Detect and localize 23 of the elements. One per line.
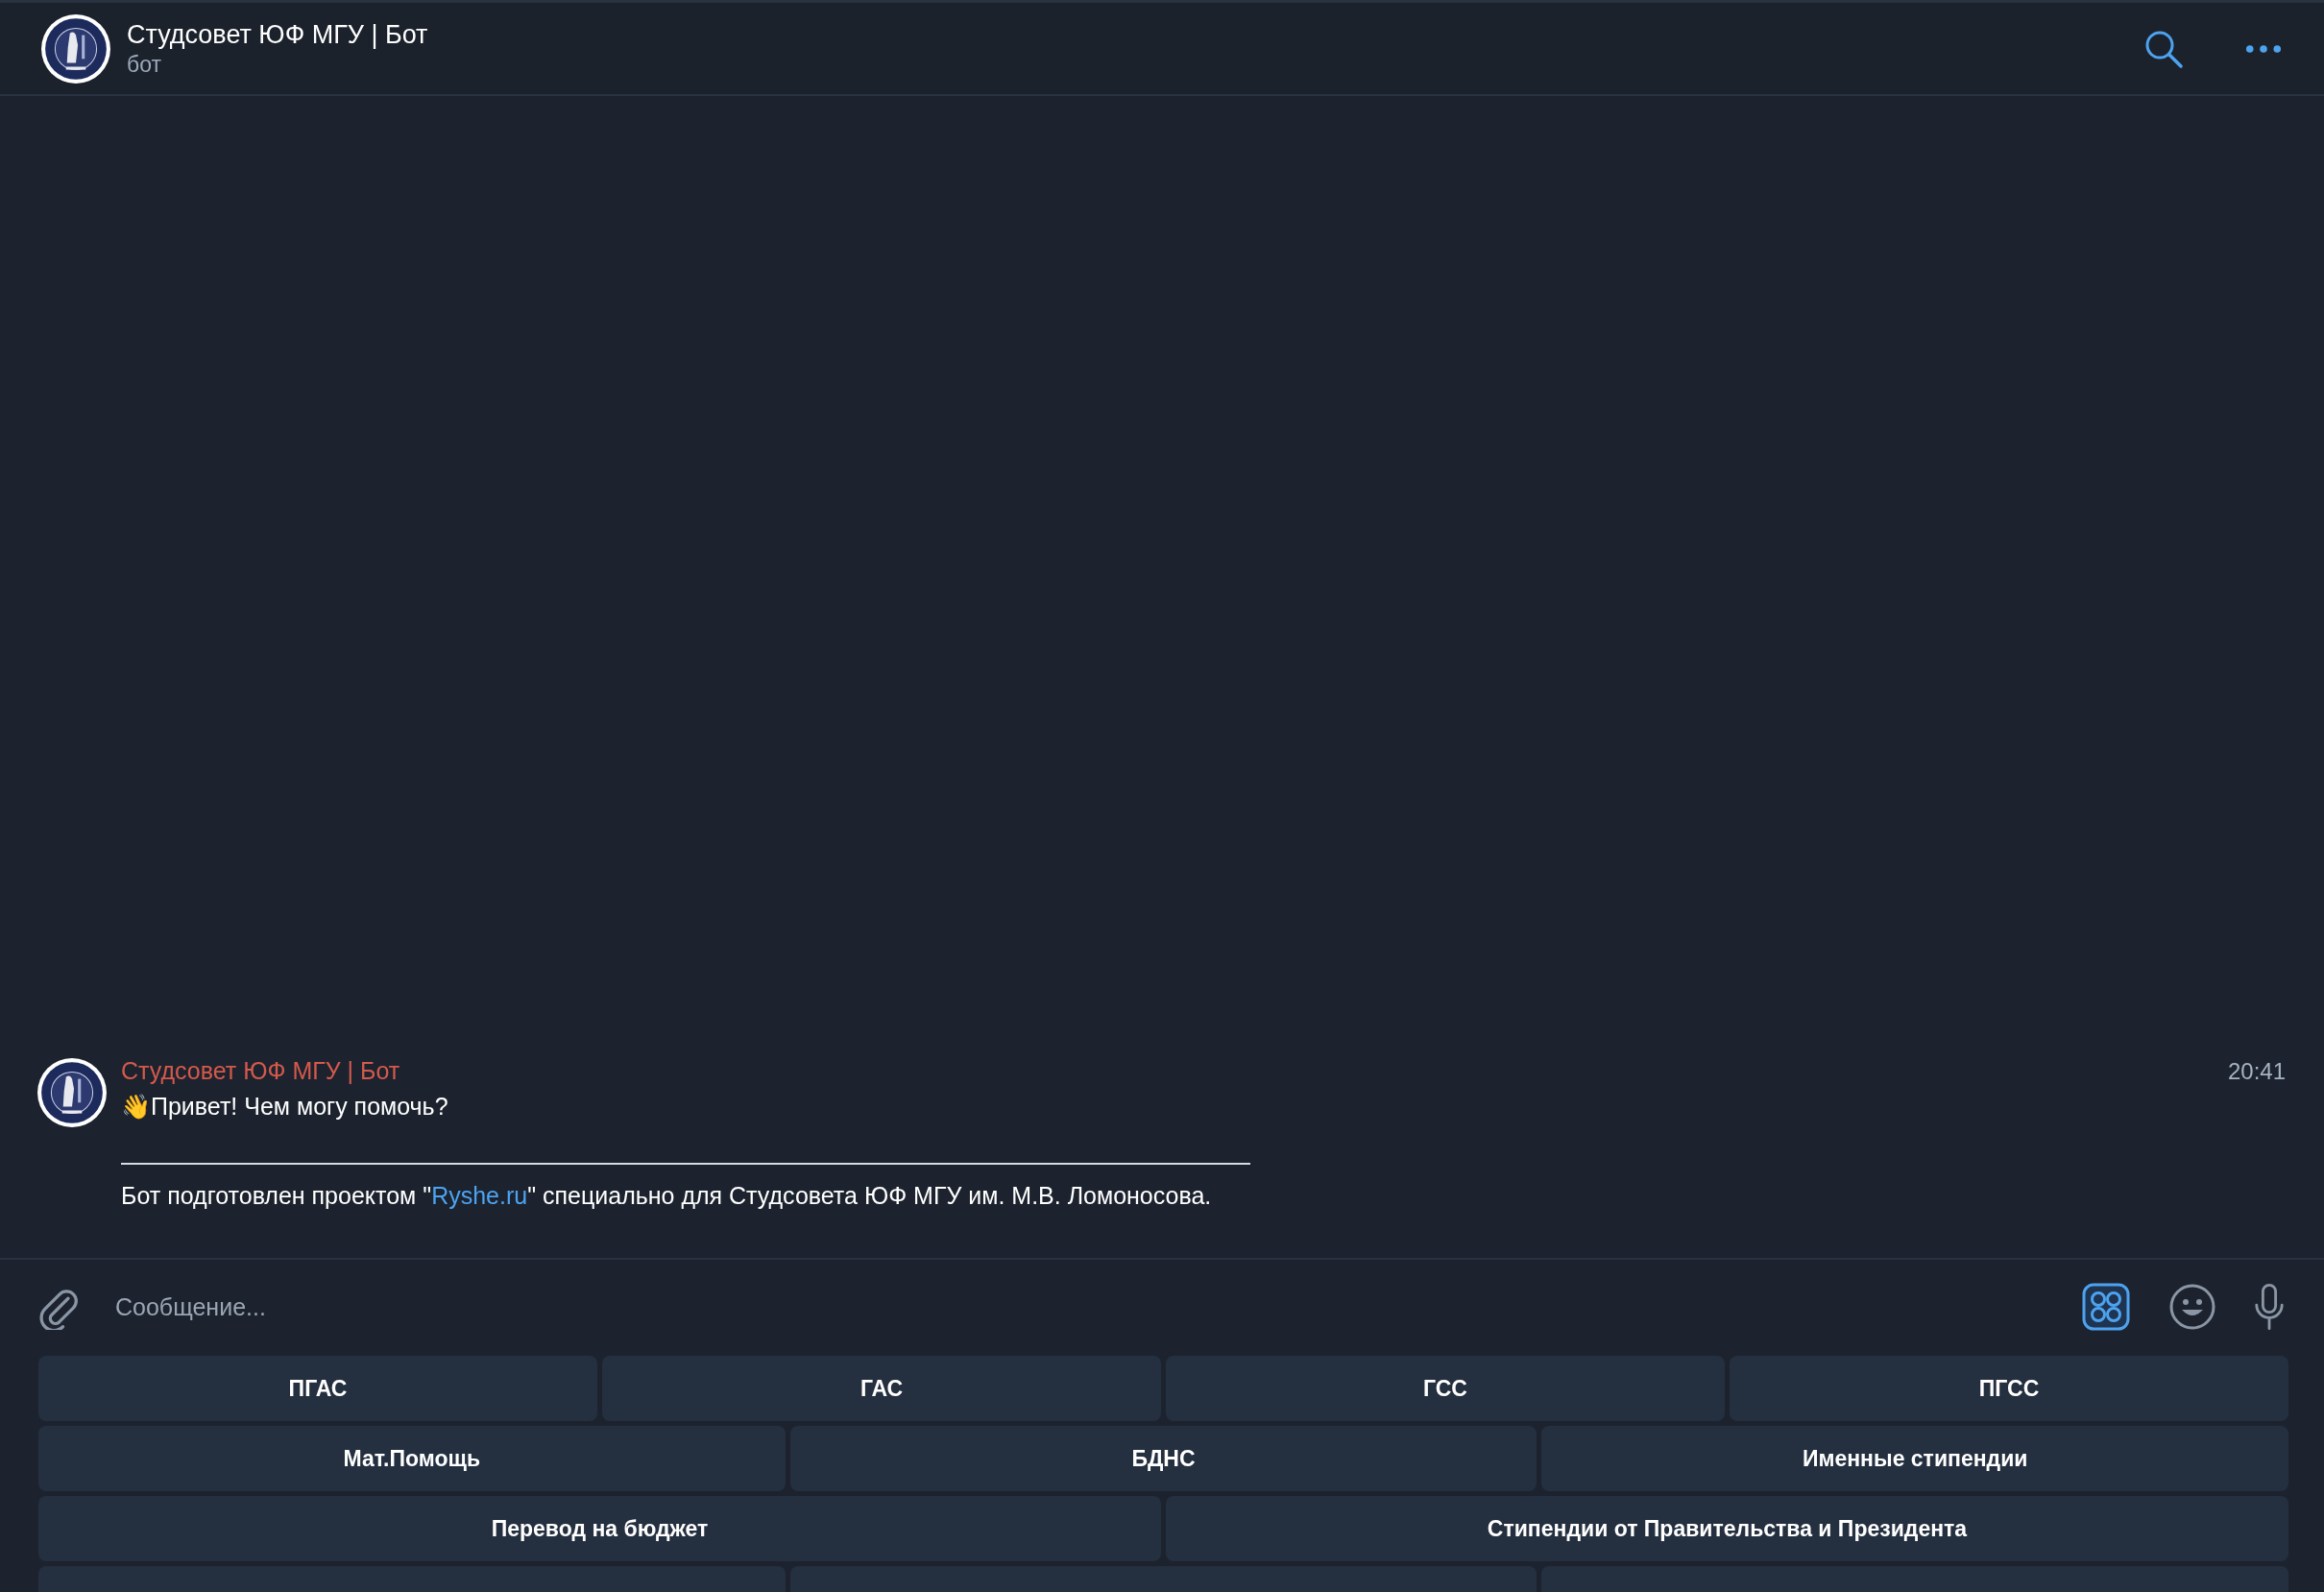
keyboard-button[interactable]: Перевод на бюджет bbox=[38, 1496, 1161, 1561]
chat-subtitle: бот bbox=[127, 51, 162, 78]
keyboard-button[interactable]: Стипендии от Правительства и Президента bbox=[1166, 1496, 2288, 1561]
microphone-icon[interactable] bbox=[2253, 1283, 2286, 1331]
keyboard-button[interactable]: ГСС bbox=[1166, 1356, 1725, 1421]
sender-name: Студсовет ЮФ МГУ | Бот bbox=[121, 1057, 400, 1085]
emblem-avatar-icon bbox=[36, 1057, 108, 1128]
keyboard-button[interactable]: ГАС bbox=[602, 1356, 1161, 1421]
keyboard-button[interactable]: БДНС bbox=[789, 1426, 1537, 1491]
keyboard-grid-icon[interactable] bbox=[2082, 1283, 2130, 1331]
emoji-icon[interactable] bbox=[2168, 1283, 2216, 1331]
keyboard-button[interactable]: ПГСС bbox=[1730, 1356, 2288, 1421]
keyboard-button[interactable]: Именные стипендии bbox=[1541, 1426, 2288, 1491]
chat-title: Студсовет ЮФ МГУ | Бот bbox=[127, 19, 428, 50]
message-time: 20:41 bbox=[2227, 1058, 2286, 1085]
site-link[interactable]: Ryshe.ru bbox=[431, 1182, 528, 1209]
message-text: 👋Привет! Чем могу помочь? bbox=[121, 1093, 449, 1121]
message-footer: Бот подготовлен проектом "Ryshe.ru" специально для Студсовета ЮФ МГУ им. М.В. Ломоносова. bbox=[121, 1182, 2286, 1210]
emblem-avatar-icon bbox=[40, 12, 111, 84]
more-icon[interactable] bbox=[2245, 43, 2282, 54]
keyboard-button[interactable]: Мат.Помощь bbox=[38, 1426, 786, 1491]
message-input[interactable]: Сообщение... bbox=[113, 1291, 2044, 1322]
keyboard-button[interactable]: ПГАС bbox=[38, 1356, 597, 1421]
